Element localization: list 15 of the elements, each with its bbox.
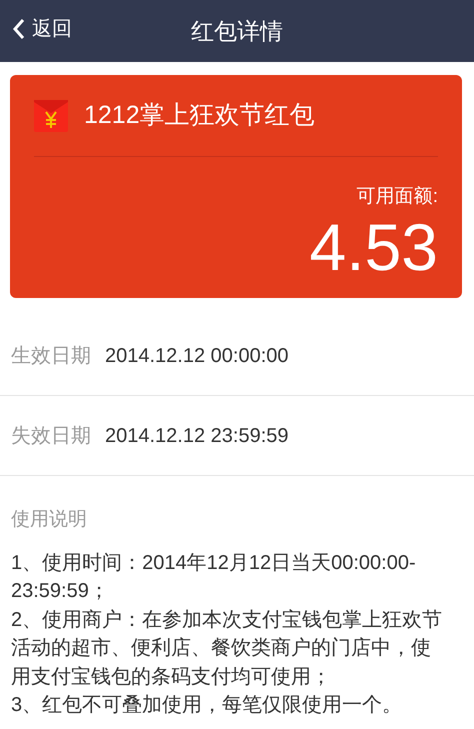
envelope-icon — [34, 100, 68, 132]
field-label: 失效日期 — [11, 424, 91, 448]
field-label: 生效日期 — [11, 344, 91, 368]
instruction-text: 2、使用商户：在参加本次支付宝钱包掌上狂欢节活动的超市、便利店、餐饮类商户的门店中，使用支付宝钱包的条码支付均可使用； — [11, 608, 444, 690]
back-icon — [12, 18, 26, 40]
field-value: 2014.12.12 23:59:59 — [105, 424, 289, 448]
instruction-text: 1、使用时间：2014年12月12日当天00:00:00-23:59:59； — [11, 550, 417, 604]
field-value: 2014.12.12 00:00:00 — [105, 344, 289, 368]
page-title: 红包详情 — [191, 18, 283, 44]
coupon-name: 1212掌上狂欢节红包 — [84, 100, 315, 131]
balance-amount: 4.53 — [308, 214, 438, 280]
instruction-text: 3、红包不可叠加使用，每笔仅限使用一个。 — [11, 693, 404, 718]
back-button[interactable]: 返回 — [12, 14, 72, 44]
balance-label: 可用面额: — [356, 185, 438, 209]
section-title: 使用说明 — [10, 508, 88, 532]
